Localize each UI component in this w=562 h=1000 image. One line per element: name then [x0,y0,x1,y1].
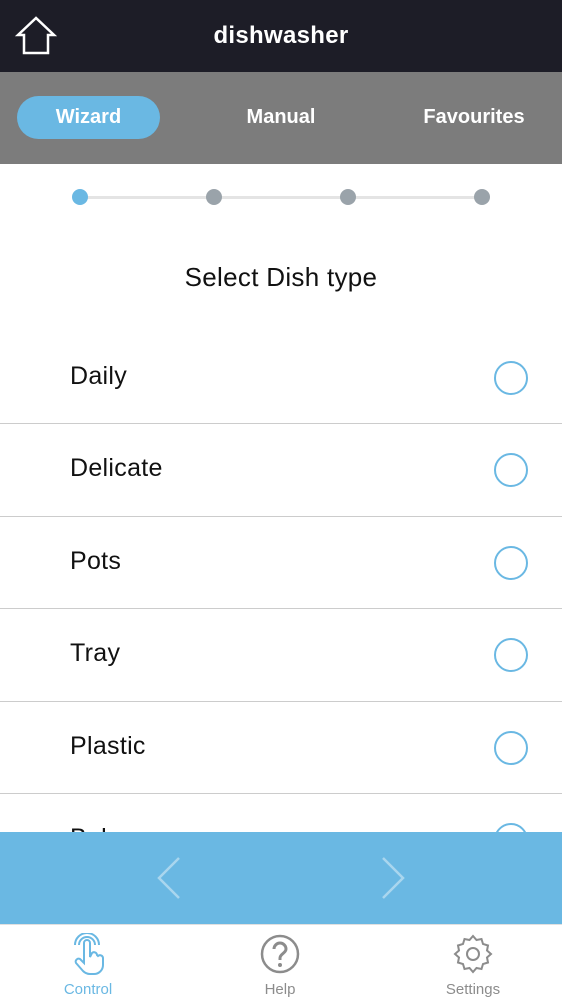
gear-icon [453,934,493,974]
item-label: Plastic [70,731,146,760]
item-label: Pots [70,546,122,575]
item-label: Baby [70,824,128,832]
item-label: Daily [70,362,128,390]
bottom-tab-label: Help [264,981,296,998]
chevron-right-icon [382,857,405,899]
list-item-tray[interactable]: Tray [0,609,562,702]
bottom-tab-settings[interactable]: Settings [413,925,533,1000]
dish-type-list[interactable]: Daily Delicate Pots Tray Plastic Baby [0,332,562,832]
radio-button[interactable] [494,453,528,488]
tab-wizard[interactable]: Wizard [17,96,160,139]
item-label: Delicate [70,454,163,483]
list-item-pots[interactable]: Pots [0,517,562,610]
chevron-left-icon [157,857,180,899]
previous-step-button[interactable] [148,856,188,900]
bottom-tab-label: Control [63,981,113,998]
list-item-baby[interactable]: Baby [0,794,562,832]
radio-button[interactable] [494,545,528,580]
item-label: Tray [70,639,121,668]
list-item-delicate[interactable]: Delicate [0,424,562,517]
list-item-daily[interactable]: Daily [0,332,562,425]
app-header: dishwasher [0,0,562,72]
radio-button[interactable] [494,730,528,765]
section-title: Select Dish type [184,262,378,292]
bottom-tab-help[interactable]: Help [220,925,340,1000]
tab-manual[interactable]: Manual [210,96,352,139]
wizard-stepper [0,164,562,234]
help-icon [260,934,300,974]
step-dot-4 [474,189,490,205]
step-dot-3 [340,189,356,205]
wizard-navigation-bar [0,832,562,924]
step-dot-2 [206,189,222,205]
next-step-button[interactable] [374,856,414,900]
tab-favourites[interactable]: Favourites [404,96,544,139]
mode-tabs: Wizard Manual Favourites [0,72,562,164]
step-dot-1 [72,189,88,205]
bottom-tab-bar: Control Help Settings [0,924,562,1000]
bottom-tab-label: Settings [445,981,501,998]
list-item-plastic[interactable]: Plastic [0,702,562,794]
bottom-tab-control[interactable]: Control [28,925,148,1000]
stepper-track [80,196,482,199]
radio-button[interactable] [494,361,528,395]
page-title: dishwasher [213,22,349,49]
radio-button[interactable] [494,822,528,832]
hand-tap-icon [74,933,104,975]
radio-button[interactable] [494,638,528,673]
